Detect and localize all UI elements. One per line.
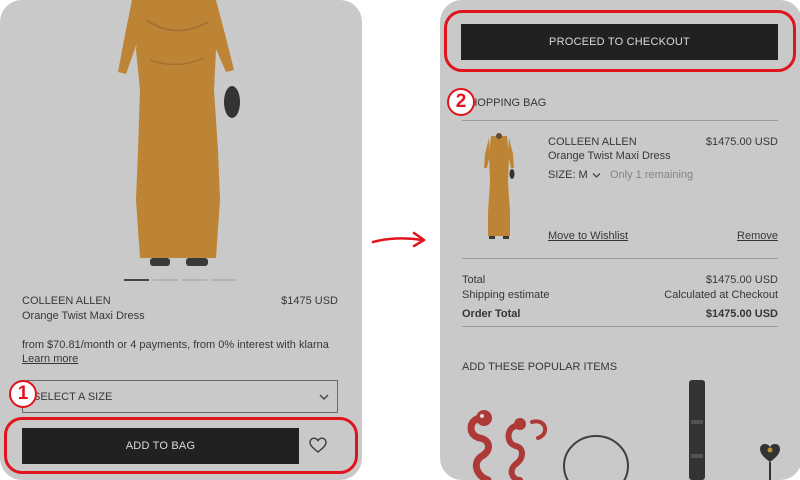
shopping-bag-panel: PROCEED TO CHECKOUT SHOPPING BAG COLLEEN… bbox=[440, 0, 800, 480]
step-badge-2: 2 bbox=[447, 88, 475, 116]
popular-item-necklace[interactable] bbox=[560, 428, 632, 480]
divider bbox=[462, 326, 778, 327]
carousel-dot[interactable] bbox=[153, 279, 178, 281]
total-label: Total bbox=[462, 274, 486, 286]
product-detail-panel: COLLEEN ALLEN $1475 USD Orange Twist Max… bbox=[0, 0, 362, 480]
product-image[interactable] bbox=[80, 0, 280, 272]
popular-item-heart-charm[interactable] bbox=[758, 440, 782, 480]
arrow-right-icon bbox=[371, 231, 426, 248]
chevron-down-icon bbox=[592, 173, 601, 178]
bag-item-stock-note: Only 1 remaining bbox=[610, 169, 694, 181]
carousel-indicators bbox=[124, 279, 236, 281]
carousel-dot[interactable] bbox=[182, 279, 207, 281]
bag-item-price: $1475.00 USD bbox=[705, 136, 778, 148]
bag-item-size-label: SIZE: M bbox=[548, 169, 588, 181]
bag-item-name: Orange Twist Maxi Dress bbox=[548, 150, 671, 162]
product-price: $1475 USD bbox=[281, 295, 338, 307]
bag-item-size-select[interactable]: SIZE: M bbox=[548, 168, 604, 182]
size-select-placeholder: SELECT A SIZE bbox=[33, 391, 113, 403]
popular-items-title: ADD THESE POPULAR ITEMS bbox=[462, 361, 618, 373]
order-total-value: $1475.00 USD bbox=[705, 308, 778, 320]
chevron-down-icon bbox=[319, 394, 329, 400]
divider bbox=[462, 120, 778, 121]
bag-item-thumbnail[interactable] bbox=[476, 132, 522, 244]
installments-text: from $70.81/month or 4 payments, from 0%… bbox=[22, 339, 329, 351]
popular-item-earring[interactable] bbox=[462, 404, 554, 480]
product-brand: COLLEEN ALLEN bbox=[22, 295, 111, 307]
step-badge-1: 1 bbox=[9, 380, 37, 408]
shipping-value: Calculated at Checkout bbox=[664, 289, 778, 301]
highlight-checkout bbox=[444, 10, 796, 72]
carousel-dot-active[interactable] bbox=[124, 279, 149, 281]
product-name: Orange Twist Maxi Dress bbox=[22, 310, 145, 322]
order-total-label: Order Total bbox=[462, 308, 521, 320]
move-to-wishlist-link[interactable]: Move to Wishlist bbox=[548, 230, 628, 242]
remove-link[interactable]: Remove bbox=[737, 230, 778, 242]
highlight-add-to-bag bbox=[4, 417, 358, 474]
size-select[interactable]: SELECT A SIZE bbox=[22, 380, 338, 413]
learn-more-link[interactable]: Learn more bbox=[22, 353, 78, 365]
total-value: $1475.00 USD bbox=[705, 274, 778, 286]
popular-item-mascara[interactable] bbox=[686, 380, 708, 480]
carousel-dot[interactable] bbox=[211, 279, 236, 281]
shipping-label: Shipping estimate bbox=[462, 289, 550, 301]
bag-item-brand: COLLEEN ALLEN bbox=[548, 136, 637, 148]
divider bbox=[462, 258, 778, 259]
